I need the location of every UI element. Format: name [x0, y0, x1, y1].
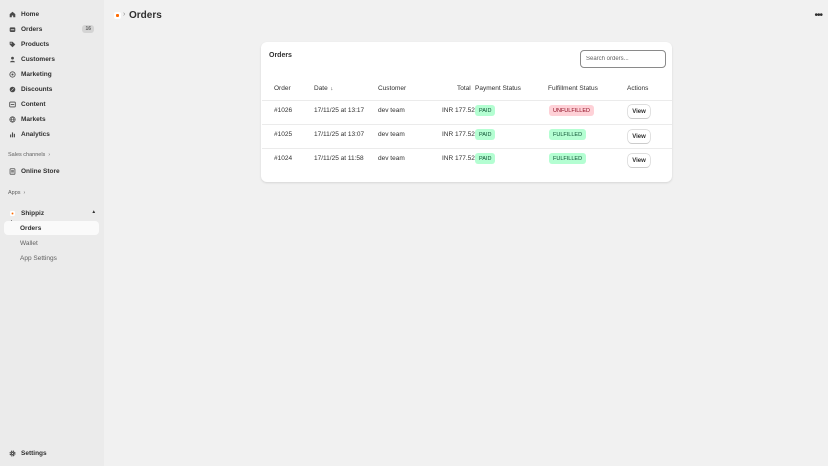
sidebar-item-discounts[interactable]: Discounts: [4, 82, 100, 96]
column-header-date[interactable]: Date ↓: [314, 85, 333, 92]
tag-icon: [8, 40, 16, 48]
sidebar-item-label: Shippiz: [21, 209, 45, 217]
fulfillment-status-badge: FULFILLED: [549, 129, 587, 140]
column-header-payment-status: Payment Status: [475, 85, 521, 92]
shippiz-app-icon: [8, 209, 16, 217]
sidebar-item-markets[interactable]: Markets: [4, 112, 100, 126]
apps-label: Apps: [8, 190, 21, 196]
sidebar-item-home[interactable]: Home: [4, 7, 100, 21]
order-customer: dev team: [378, 107, 405, 114]
gear-icon: [8, 449, 16, 457]
column-header-order: Order: [274, 85, 291, 92]
fulfillment-status-badge: FULFILLED: [549, 153, 587, 164]
order-customer: dev team: [378, 131, 405, 138]
sidebar-subitem-label: Orders: [20, 224, 42, 232]
payment-status-badge: PAID: [475, 153, 496, 164]
fulfillment-status-badge: UNFULFILLED: [549, 105, 594, 116]
search-input[interactable]: [580, 50, 666, 68]
sidebar-item-content[interactable]: Content: [4, 97, 100, 111]
sidebar-item-label: Content: [21, 100, 46, 108]
person-icon: [8, 55, 16, 63]
payment-status-badge: PAID: [475, 129, 496, 140]
column-header-actions: Actions: [627, 85, 649, 92]
row-divider: [262, 124, 672, 125]
card-title: Orders: [269, 52, 292, 59]
sidebar-item-label: Discounts: [21, 85, 53, 93]
order-date: 17/11/25 at 11:58: [314, 155, 364, 162]
sidebar-item-label: Products: [21, 40, 50, 48]
bar-chart-icon: [8, 130, 16, 138]
sidebar-item-label: Online Store: [21, 167, 60, 175]
home-icon: [8, 10, 16, 18]
globe-icon: [8, 115, 16, 123]
order-number: #1025: [274, 131, 293, 138]
sidebar-item-analytics[interactable]: Analytics: [4, 127, 100, 141]
discount-icon: [8, 85, 16, 93]
order-total: INR 177.52: [442, 131, 475, 138]
sidebar-item-settings[interactable]: Settings: [4, 446, 100, 460]
sidebar-item-label: Marketing: [21, 70, 52, 78]
sidebar: Home Orders 16 Products Customers Market…: [0, 0, 104, 466]
order-date: 17/11/25 at 13:07: [314, 131, 365, 138]
sidebar-item-label: Analytics: [21, 130, 50, 138]
sidebar-item-marketing[interactable]: Marketing: [4, 67, 100, 81]
app-logo: [114, 12, 121, 19]
sidebar-item-label: Orders: [21, 25, 43, 33]
sidebar-subitem-orders[interactable]: Orders: [4, 221, 99, 235]
orders-count-badge: 16: [82, 25, 94, 33]
store-icon: [8, 167, 16, 175]
pin-icon[interactable]: ▴: [92, 209, 95, 215]
sidebar-item-orders[interactable]: Orders 16: [4, 22, 100, 36]
sort-descending-icon: ↓: [330, 86, 334, 92]
sidebar-subitem-wallet[interactable]: Wallet: [4, 236, 99, 250]
payment-status-badge: PAID: [475, 105, 496, 116]
order-date: 17/11/25 at 13:17: [314, 107, 365, 114]
page-header: › Orders •••: [104, 0, 828, 33]
sidebar-subitem-app-settings[interactable]: App Settings: [4, 251, 99, 265]
sidebar-item-label: Markets: [21, 115, 46, 123]
order-total: INR 177.52: [442, 107, 475, 114]
order-customer: dev team: [378, 155, 405, 162]
content-icon: [8, 100, 16, 108]
column-header-date-label: Date: [314, 85, 328, 92]
header-divider: [262, 100, 672, 101]
chevron-right-icon: ›: [48, 152, 50, 158]
chevron-right-icon: ›: [123, 11, 126, 18]
order-number: #1024: [274, 155, 293, 162]
apps-header[interactable]: Apps ›: [8, 190, 25, 196]
sidebar-item-label: Home: [21, 10, 40, 18]
page-title: Orders: [129, 10, 162, 21]
order-total: INR 177.52: [442, 155, 475, 162]
column-header-total: Total: [457, 85, 471, 92]
column-header-fulfillment-status: Fulfillment Status: [548, 85, 598, 92]
column-header-customer: Customer: [378, 85, 407, 92]
sidebar-subitem-label: Wallet: [20, 239, 38, 247]
sidebar-item-online-store[interactable]: Online Store: [4, 164, 100, 178]
sidebar-item-label: Customers: [21, 55, 55, 63]
chevron-right-icon: ›: [23, 190, 26, 196]
view-order-button[interactable]: View: [628, 154, 650, 167]
view-order-button[interactable]: View: [628, 130, 650, 143]
sidebar-item-customers[interactable]: Customers: [4, 52, 100, 66]
sidebar-item-products[interactable]: Products: [4, 37, 100, 51]
sidebar-subitem-label: App Settings: [20, 254, 57, 262]
row-divider: [262, 148, 672, 149]
view-order-button[interactable]: View: [628, 105, 650, 118]
order-number: #1026: [274, 107, 293, 114]
sidebar-item-label: Settings: [21, 449, 47, 457]
sales-channels-label: Sales channels: [8, 152, 46, 158]
target-icon: [8, 70, 16, 78]
sidebar-item-shippiz[interactable]: Shippiz ▴: [4, 206, 100, 220]
sales-channels-header[interactable]: Sales channels ›: [8, 152, 50, 158]
more-actions-button[interactable]: •••: [814, 10, 822, 21]
orders-icon: [8, 25, 16, 33]
